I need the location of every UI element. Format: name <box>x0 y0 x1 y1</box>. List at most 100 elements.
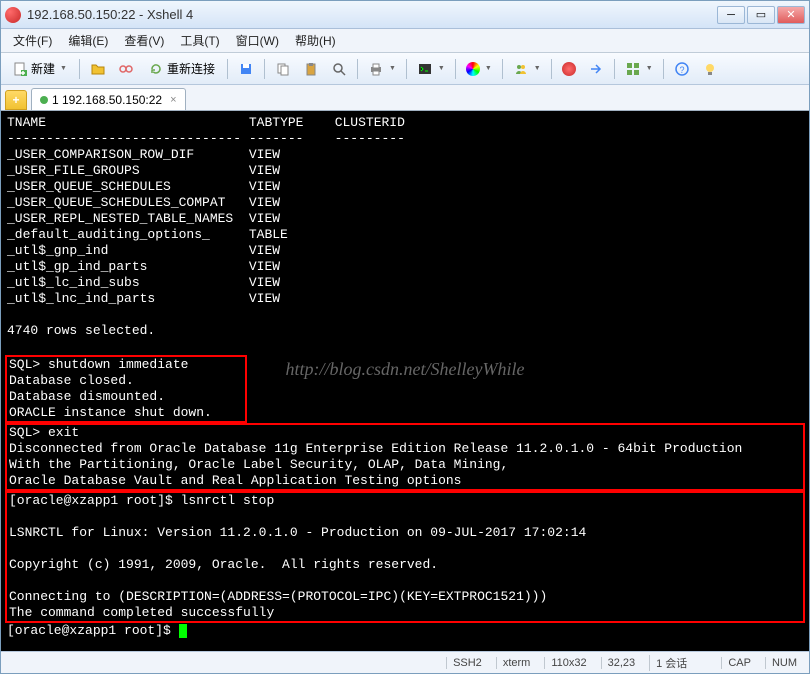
xshell-icon <box>562 62 576 76</box>
window-controls: ─ ▭ ✕ <box>717 6 805 24</box>
menu-tools[interactable]: 工具(T) <box>172 30 227 51</box>
app-window: 192.168.50.150:22 - Xshell 4 ─ ▭ ✕ 文件(F)… <box>0 0 810 674</box>
close-button[interactable]: ✕ <box>777 6 805 24</box>
printer-icon <box>368 61 384 77</box>
menu-file[interactable]: 文件(F) <box>5 30 60 51</box>
terminal-line: SQL> exit <box>7 425 803 441</box>
status-position: 32,23 <box>601 657 642 669</box>
table-row: _utl$_gp_ind_parts VIEW <box>7 259 803 275</box>
chevron-down-icon: ▼ <box>485 65 492 72</box>
terminal-line: Connecting to (DESCRIPTION=(ADDRESS=(PRO… <box>7 589 803 605</box>
xshell-button[interactable] <box>557 57 581 81</box>
chevron-down-icon: ▼ <box>60 65 67 72</box>
table-row: _USER_REPL_NESTED_TABLE_NAMES VIEW <box>7 211 803 227</box>
menu-edit[interactable]: 编辑(E) <box>60 30 116 51</box>
save-button[interactable] <box>233 57 259 81</box>
paste-button[interactable] <box>298 57 324 81</box>
terminal-line <box>7 509 803 525</box>
light-button[interactable] <box>697 57 723 81</box>
toolbar: 新建 ▼ 重新连接 ▼ ▼ ▼ ▼ ▼ ? <box>1 53 809 85</box>
new-file-icon <box>12 61 28 77</box>
xftp-button[interactable] <box>583 57 609 81</box>
menubar: 文件(F) 编辑(E) 查看(V) 工具(T) 窗口(W) 帮助(H) <box>1 29 809 53</box>
status-dot-icon <box>40 96 48 104</box>
status-session: 1 会话 <box>649 655 693 671</box>
arrow-right-icon <box>588 61 604 77</box>
chevron-down-icon: ▼ <box>534 65 541 72</box>
menu-help[interactable]: 帮助(H) <box>287 30 344 51</box>
maximize-button[interactable]: ▭ <box>747 6 775 24</box>
reconnect-button[interactable]: 重新连接 <box>141 57 222 81</box>
prompt-line: [oracle@xzapp1 root]$ <box>7 623 803 639</box>
link-icon <box>118 61 134 77</box>
terminal-line: Disconnected from Oracle Database 11g En… <box>7 441 803 457</box>
new-session-button[interactable]: 新建 ▼ <box>5 57 74 81</box>
chevron-down-icon: ▼ <box>646 65 653 72</box>
save-icon <box>238 61 254 77</box>
minimize-button[interactable]: ─ <box>717 6 745 24</box>
terminal-icon <box>417 61 433 77</box>
help-button[interactable]: ? <box>669 57 695 81</box>
session-tab[interactable]: 1 192.168.50.150:22 × <box>31 88 186 110</box>
table-row: _utl$_lnc_ind_parts VIEW <box>7 291 803 307</box>
tab-close-button[interactable]: × <box>170 94 176 106</box>
print-button[interactable]: ▼ <box>363 57 401 81</box>
separator <box>357 59 358 79</box>
separator <box>614 59 615 79</box>
terminal-line: The command completed successfully <box>7 605 803 621</box>
chevron-down-icon: ▼ <box>389 65 396 72</box>
table-row: _USER_QUEUE_SCHEDULES VIEW <box>7 179 803 195</box>
new-tab-button[interactable]: + <box>5 90 27 110</box>
table-row: _USER_COMPARISON_ROW_DIF VIEW <box>7 147 803 163</box>
menu-window[interactable]: 窗口(W) <box>228 30 287 51</box>
menu-view[interactable]: 查看(V) <box>116 30 172 51</box>
terminal-button[interactable]: ▼ <box>412 57 450 81</box>
terminal-line: Database closed. <box>7 373 245 389</box>
terminal-line: With the Partitioning, Oracle Label Secu… <box>7 457 803 473</box>
status-numlock: NUM <box>765 657 803 669</box>
grid-icon <box>625 61 641 77</box>
separator <box>663 59 664 79</box>
app-icon <box>5 7 21 23</box>
copy-button[interactable] <box>270 57 296 81</box>
new-session-label: 新建 <box>31 60 55 77</box>
users-button[interactable]: ▼ <box>508 57 546 81</box>
window-title: 192.168.50.150:22 - Xshell 4 <box>27 7 717 22</box>
connect-button[interactable] <box>113 57 139 81</box>
separator <box>455 59 456 79</box>
terminal-line: [oracle@xzapp1 root]$ lsnrctl stop <box>7 493 803 509</box>
tile-button[interactable]: ▼ <box>620 57 658 81</box>
separator <box>264 59 265 79</box>
highlight-box-3: [oracle@xzapp1 root]$ lsnrctl stop LSNRC… <box>5 491 805 623</box>
table-row: _utl$_gnp_ind VIEW <box>7 243 803 259</box>
terminal-line <box>7 573 803 589</box>
paste-icon <box>303 61 319 77</box>
terminal-line: SQL> shutdown immediate <box>7 357 245 373</box>
table-row: _USER_QUEUE_SCHEDULES_COMPAT VIEW <box>7 195 803 211</box>
find-button[interactable] <box>326 57 352 81</box>
table-row: _USER_FILE_GROUPS VIEW <box>7 163 803 179</box>
svg-text:?: ? <box>679 65 684 75</box>
color-button[interactable]: ▼ <box>461 57 497 81</box>
refresh-icon <box>148 61 164 77</box>
summary-line: 4740 rows selected. <box>7 323 803 339</box>
table-row: _utl$_lc_ind_subs VIEW <box>7 275 803 291</box>
separator <box>551 59 552 79</box>
highlight-box-1: SQL> shutdown immediateDatabase closed.D… <box>5 355 247 423</box>
statusbar: SSH2 xterm 110x32 32,23 1 会话 CAP NUM <box>1 651 809 673</box>
table-divider: ------------------------------ ------- -… <box>7 131 803 147</box>
titlebar: 192.168.50.150:22 - Xshell 4 ─ ▭ ✕ <box>1 1 809 29</box>
highlight-box-2: SQL> exitDisconnected from Oracle Databa… <box>5 423 805 491</box>
table-row: _default_auditing_options_ TABLE <box>7 227 803 243</box>
blank-line <box>7 307 803 323</box>
tab-label: 1 192.168.50.150:22 <box>52 93 162 107</box>
terminal-pane[interactable]: http://blog.csdn.net/ShelleyWhile TNAME … <box>1 111 809 651</box>
lightbulb-icon <box>702 61 718 77</box>
status-protocol: SSH2 <box>446 657 488 669</box>
search-icon <box>331 61 347 77</box>
open-button[interactable] <box>85 57 111 81</box>
table-header: TNAME TABTYPE CLUSTERID <box>7 115 803 131</box>
status-termtype: xterm <box>496 657 537 669</box>
cursor <box>179 624 187 638</box>
copy-icon <box>275 61 291 77</box>
